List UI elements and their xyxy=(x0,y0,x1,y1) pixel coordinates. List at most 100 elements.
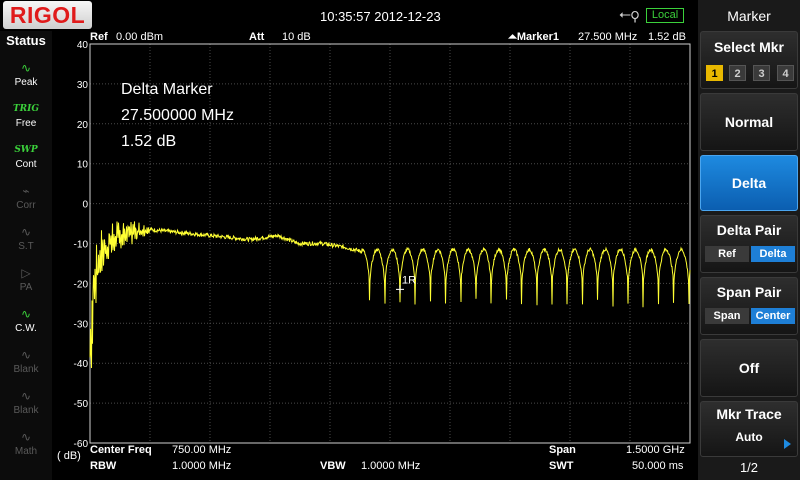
status-peak: ∿ Peak xyxy=(6,59,46,97)
swt-value: 50.000 ms xyxy=(632,460,684,472)
span-pair-label: Span Pair xyxy=(716,284,782,300)
readout-frequency: 27.500000 MHz xyxy=(121,107,234,124)
normal-button[interactable]: Normal xyxy=(700,93,798,151)
delta-pair-button[interactable]: Delta Pair Ref Delta xyxy=(700,215,798,273)
menu-title: Marker xyxy=(727,8,771,24)
status-label: PA xyxy=(19,282,33,293)
status-math: ∿ Math xyxy=(6,428,46,466)
status-corr: ⌁ Corr xyxy=(6,182,46,220)
y-unit: ( dB) xyxy=(57,450,81,462)
delta-pair-ref[interactable]: Ref xyxy=(705,246,749,262)
span-pair-button[interactable]: Span Pair Span Center xyxy=(700,277,798,335)
blank-icon: ∿ xyxy=(20,389,32,403)
span-value: 1.5000 GHz xyxy=(626,444,685,456)
status-blank-2: ∿ Blank xyxy=(6,387,46,425)
y-tick-label: -30 xyxy=(74,319,89,330)
select-mkr-button[interactable]: Select Mkr 1 2 3 4 xyxy=(700,31,798,89)
span-label: Span xyxy=(549,444,576,456)
span-pair-span[interactable]: Span xyxy=(705,308,749,324)
select-mkr-label: Select Mkr xyxy=(713,39,785,55)
y-tick-label: -50 xyxy=(74,399,89,410)
delta-pair-options: Ref Delta xyxy=(705,246,795,262)
peak-icon: ∿ xyxy=(20,61,32,75)
y-tick-label: 10 xyxy=(77,160,89,171)
vbw-label: VBW xyxy=(320,460,346,472)
span-pair-center[interactable]: Center xyxy=(751,308,795,324)
blank-icon: ∿ xyxy=(20,348,32,362)
delta-readout: Delta Marker 27.500000 MHz 1.52 dB xyxy=(121,77,234,155)
center-freq-label: Center Freq xyxy=(90,444,152,456)
pa-icon: ▷ xyxy=(21,266,31,280)
trig-icon: TRIG xyxy=(12,104,40,114)
mkr-trace-button[interactable]: Mkr Trace Auto xyxy=(700,401,798,457)
ref-label: Ref xyxy=(90,31,108,43)
cw-icon: ∿ xyxy=(20,307,32,321)
mkr-trace-value: Auto xyxy=(735,430,763,444)
readout-title: Delta Marker xyxy=(121,81,213,98)
delta-pair-delta[interactable]: Delta xyxy=(751,246,795,262)
status-label: Free xyxy=(15,118,37,129)
y-tick-label: 40 xyxy=(77,40,89,51)
status-label: Math xyxy=(14,446,38,457)
y-tick-label: 20 xyxy=(77,120,89,131)
math-icon: ∿ xyxy=(20,430,32,444)
sweep-icon: SWP xyxy=(14,145,38,155)
marker-freq: 27.500 MHz xyxy=(578,31,638,43)
st-icon: ∿ xyxy=(20,225,32,239)
marker-3-option[interactable]: 3 xyxy=(753,65,770,81)
status-label: Corr xyxy=(16,200,36,211)
ref-value: 0.00 dBm xyxy=(116,31,164,43)
marker-2-option[interactable]: 2 xyxy=(729,65,746,81)
y-tick-label: -40 xyxy=(74,359,89,370)
span-pair-options: Span Center xyxy=(705,308,795,324)
y-tick-label: -60 xyxy=(74,439,89,450)
status-label: Blank xyxy=(13,364,39,375)
marker-1-option[interactable]: 1 xyxy=(706,65,723,81)
status-label: C.W. xyxy=(15,323,37,334)
att-value: 10 dB xyxy=(282,31,311,43)
status-st: ∿ S.T xyxy=(6,223,46,261)
status-trig: TRIG Free xyxy=(6,100,46,138)
rbw-label: RBW xyxy=(90,460,117,472)
y-tick-label: -20 xyxy=(74,279,89,290)
y-tick-label: -10 xyxy=(74,240,89,251)
normal-label: Normal xyxy=(724,114,774,130)
marker-level: 1.52 dB xyxy=(648,31,686,43)
datetime: 10:35:57 2012-12-23 xyxy=(320,9,441,24)
status-label: Peak xyxy=(14,77,38,88)
top-bar: RIGOL 10:35:57 2012-12-23 ⭠⚲ Local xyxy=(0,0,698,31)
local-badge[interactable]: Local xyxy=(646,8,684,23)
status-label: S.T xyxy=(18,241,34,252)
delta-button[interactable]: Delta xyxy=(700,155,798,211)
marker-cross-icon xyxy=(396,285,404,294)
status-label: Blank xyxy=(13,405,39,416)
off-button[interactable]: Off xyxy=(700,339,798,397)
swt-label: SWT xyxy=(549,460,574,472)
status-blank-1: ∿ Blank xyxy=(6,346,46,384)
corr-icon: ⌁ xyxy=(22,184,30,198)
rigol-logo: RIGOL xyxy=(3,1,92,29)
att-label: Att xyxy=(249,31,265,43)
usb-icon: ⭠⚲ xyxy=(619,6,640,23)
status-panel: Status ∿ Peak TRIG Free SWP Cont ⌁ Corr … xyxy=(0,31,52,480)
spectrum-plot: 40 30 20 10 0 -10 -20 -30 -40 -50 -60 1R Ref 0.00 d… xyxy=(52,31,698,480)
status-sweep: SWP Cont xyxy=(6,141,46,179)
rbw-value: 1.0000 MHz xyxy=(172,460,232,472)
page-indicator[interactable]: 1/2 xyxy=(698,460,800,475)
status-title: Status xyxy=(6,33,46,48)
marker-menu: Marker Select Mkr 1 2 3 4 Normal Delta D… xyxy=(698,0,800,480)
mkr-trace-label: Mkr Trace xyxy=(716,406,782,422)
readout-level: 1.52 dB xyxy=(121,133,177,150)
y-tick-label: 30 xyxy=(77,80,89,91)
submenu-arrow-icon xyxy=(784,439,791,449)
marker-label: ⏶Marker1 xyxy=(508,31,560,43)
vbw-value: 1.0000 MHz xyxy=(361,460,421,472)
marker-tag: 1R xyxy=(402,274,416,286)
marker-label-text: Marker1 xyxy=(516,31,560,43)
y-tick-label: 0 xyxy=(82,200,88,211)
center-freq-value: 750.00 MHz xyxy=(172,444,232,456)
off-label: Off xyxy=(738,360,760,376)
status-label: Cont xyxy=(15,159,37,170)
brand-text: RIGOL xyxy=(9,2,86,28)
marker-4-option[interactable]: 4 xyxy=(777,65,794,81)
